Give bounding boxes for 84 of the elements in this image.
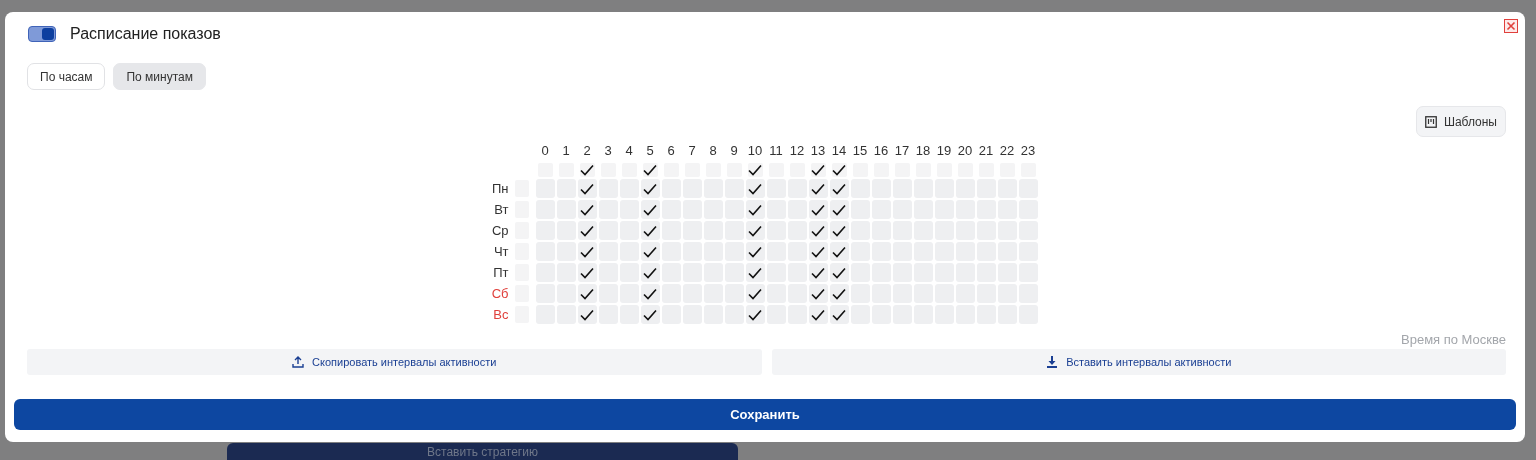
timezone-note: Время по Москве [1401,332,1506,347]
day-label: Чт [492,243,510,261]
hour-cell[interactable] [808,263,828,282]
toggle-switch[interactable] [28,26,56,42]
hour-cell[interactable] [745,179,765,198]
hour-cell[interactable] [577,305,597,324]
hour-cell[interactable] [640,242,660,261]
hour-cell[interactable] [829,221,849,240]
hour-cell[interactable] [829,284,849,303]
day-label: Пт [492,264,510,282]
day-label: Вс [492,306,510,324]
copy-intervals-button[interactable]: Скопировать интервалы активности [27,349,762,375]
hour-label: 7 [687,142,697,160]
template-icon [1424,115,1437,128]
upload-icon [292,356,305,368]
hour-cell[interactable] [808,305,828,324]
hour-label: 14 [830,142,848,160]
hour-cell[interactable] [829,263,849,282]
hour-cell[interactable] [577,242,597,261]
day-label: Вт [493,201,510,219]
hour-cell[interactable] [577,200,597,219]
hour-cell[interactable] [745,242,765,261]
hour-label: 5 [645,142,655,160]
templates-button[interactable]: Шаблоны [1415,106,1506,137]
hour-cell[interactable] [808,284,828,303]
hour-label: 19 [935,142,953,160]
hour-cell[interactable] [808,179,828,198]
hour-cell[interactable] [640,305,660,324]
hour-label: 18 [914,142,932,160]
hour-cell[interactable] [829,305,849,324]
hour-cell[interactable] [808,200,828,219]
close-icon[interactable] [1504,19,1518,33]
hour-label: 3 [603,142,613,160]
hour-label: 2 [582,142,592,160]
hour-label: 1 [561,142,571,160]
hour-label: 6 [666,142,676,160]
hour-cell[interactable] [577,263,597,282]
hour-cell[interactable] [577,179,597,198]
download-icon [1046,356,1059,368]
day-label: Ср [490,222,510,240]
hour-cell[interactable] [577,221,597,240]
hour-label: 8 [708,142,718,160]
column-toggle[interactable] [810,163,826,177]
hour-cell[interactable] [745,284,765,303]
hour-cell[interactable] [745,305,765,324]
hour-label: 17 [893,142,911,160]
hour-cell[interactable] [808,242,828,261]
dialog-title: Расписание показов [70,25,221,43]
hour-label: 22 [998,142,1016,160]
day-label: Пн [490,180,510,198]
hour-cell[interactable] [640,221,660,240]
hour-cell[interactable] [745,221,765,240]
hour-cell[interactable] [829,242,849,261]
hour-cell[interactable] [640,179,660,198]
hour-label: 15 [851,142,869,160]
hour-cell[interactable] [640,263,660,282]
hour-label: 12 [788,142,806,160]
hour-label: 9 [729,142,739,160]
hour-cell[interactable] [577,284,597,303]
hour-cell[interactable] [640,284,660,303]
hour-cell[interactable] [829,179,849,198]
save-button[interactable]: Сохранить [14,399,1516,430]
hour-label: 23 [1019,142,1037,160]
column-toggle[interactable] [747,163,763,177]
tab[interactable]: По минутам [113,63,206,90]
day-label: Сб [490,285,510,303]
hour-label: 4 [624,142,634,160]
hour-cell[interactable] [808,221,828,240]
hour-label: 13 [809,142,827,160]
column-toggle[interactable] [642,163,658,177]
hour-label: 10 [746,142,764,160]
tab[interactable]: По часам [27,63,106,90]
hour-cell[interactable] [745,263,765,282]
hour-label: 20 [956,142,974,160]
hour-label: 16 [872,142,890,160]
hour-label: 21 [977,142,995,160]
hour-label: 0 [540,142,550,160]
column-toggle[interactable] [579,163,595,177]
hour-cell[interactable] [829,200,849,219]
hour-cell[interactable] [640,200,660,219]
column-toggle[interactable] [831,163,847,177]
paste-intervals-button[interactable]: Вставить интервалы активности [771,349,1506,375]
hour-label: 11 [768,142,784,160]
hour-cell[interactable] [745,200,765,219]
